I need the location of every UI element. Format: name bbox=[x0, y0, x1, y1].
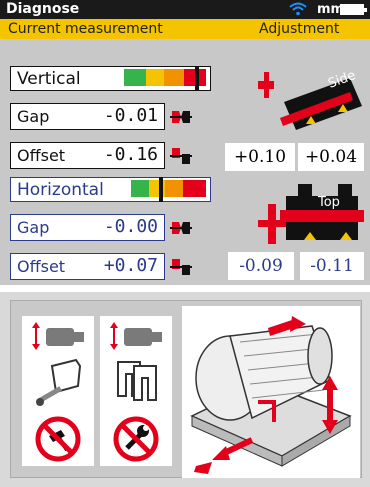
horizontal-gap-field[interactable]: Gap -0.00 bbox=[10, 214, 165, 241]
screen: Diagnose mm Current measurement Adjustme… bbox=[0, 0, 370, 487]
machine-illustration bbox=[182, 306, 360, 478]
horizontal-adjust-back: -0.11 bbox=[300, 252, 364, 280]
tab-current-measurement[interactable]: Current measurement bbox=[8, 19, 163, 39]
top-view-diagram: Top bbox=[258, 184, 364, 244]
vertical-offset-field[interactable]: Offset -0.16 bbox=[10, 142, 165, 169]
wifi-icon bbox=[289, 2, 307, 16]
measurement-panel: Vertical Gap -0.01 Offset -0.16 Side +0.… bbox=[0, 39, 370, 285]
horizontal-gap-label: Gap bbox=[17, 218, 50, 237]
horizontal-offset-label: Offset bbox=[17, 257, 66, 276]
horizontal-tolerance-marker bbox=[159, 177, 163, 202]
vertical-header[interactable]: Vertical bbox=[10, 66, 211, 91]
vertical-gap-label: Gap bbox=[17, 107, 50, 126]
instruction-panel bbox=[0, 292, 370, 487]
vertical-adjust-back: +0.04 bbox=[298, 143, 364, 171]
vertical-offset-label: Offset bbox=[17, 146, 66, 165]
gap-symbol-icon bbox=[170, 111, 192, 123]
tab-header: Current measurement Adjustment bbox=[0, 19, 370, 39]
battery-icon bbox=[340, 4, 367, 15]
no-wrench-card bbox=[100, 316, 172, 466]
horizontal-tolerance-bar bbox=[131, 180, 206, 197]
horizontal-gap-value: -0.00 bbox=[103, 216, 158, 237]
machine-vertical-icon bbox=[32, 322, 84, 350]
offset-symbol-icon bbox=[170, 259, 192, 275]
horizontal-label: Horizontal bbox=[17, 180, 104, 200]
vertical-tolerance-bar bbox=[124, 69, 206, 86]
tab-adjustment[interactable]: Adjustment bbox=[259, 19, 339, 39]
vertical-gap-value: -0.01 bbox=[103, 105, 158, 126]
shim-plates-icon bbox=[117, 361, 157, 401]
no-hammer-icon bbox=[35, 416, 81, 462]
gap-symbol-icon bbox=[170, 222, 192, 234]
vertical-offset-value: -0.16 bbox=[103, 144, 158, 165]
vertical-tolerance-marker bbox=[195, 66, 199, 91]
shim-bolt-icon bbox=[36, 358, 82, 406]
horizontal-offset-value: +0.07 bbox=[103, 255, 158, 276]
horizontal-header[interactable]: Horizontal bbox=[10, 177, 211, 202]
horizontal-offset-field[interactable]: Offset +0.07 bbox=[10, 253, 165, 280]
side-view-diagram: Side bbox=[258, 68, 362, 130]
no-wrench-icon bbox=[113, 416, 159, 462]
vertical-gap-field[interactable]: Gap -0.01 bbox=[10, 103, 165, 130]
status-bar: Diagnose mm bbox=[0, 0, 370, 19]
offset-symbol-icon bbox=[170, 148, 192, 164]
no-hammer-card bbox=[22, 316, 94, 466]
machine-vertical-icon bbox=[110, 322, 162, 350]
top-view-label: Top bbox=[317, 195, 340, 210]
screen-title: Diagnose bbox=[6, 1, 80, 17]
vertical-adjust-front: +0.10 bbox=[225, 143, 295, 171]
horizontal-adjust-front: -0.09 bbox=[228, 252, 294, 280]
vertical-label: Vertical bbox=[17, 69, 81, 89]
